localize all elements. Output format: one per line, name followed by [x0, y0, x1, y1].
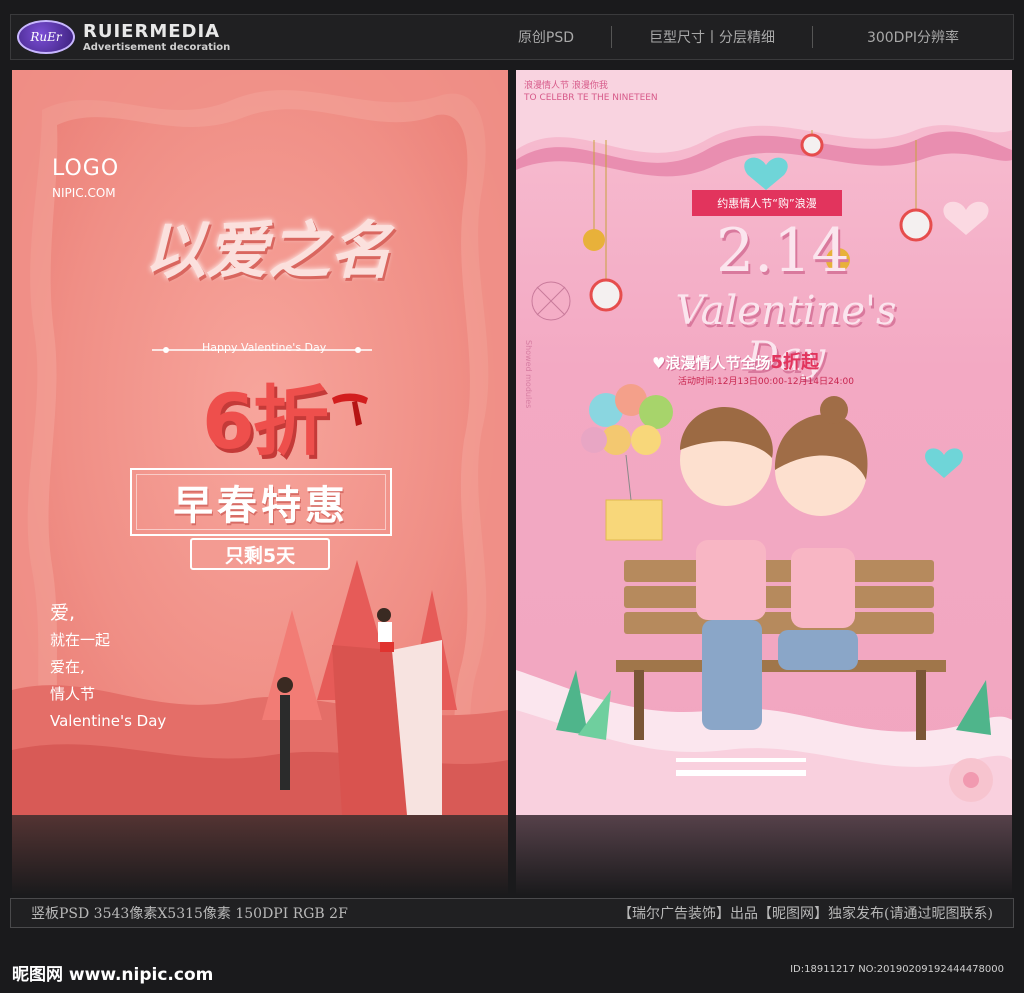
- publisher-note: 【瑞尔广告装饰】出品【昵图网】独家发布(请通过昵图联系): [618, 906, 993, 922]
- woman-figure: [377, 608, 391, 622]
- feature-dpi: 300DPI分辨率: [866, 30, 960, 46]
- happy-valentines-text: Happy Valentine's Day: [202, 341, 327, 354]
- brand-subtitle: Advertisement decoration: [83, 41, 231, 53]
- poster-right: 浪漫情人节 浪漫你我 TO CELEBR TE THE NINETEEN Sho…: [516, 70, 1012, 815]
- gift-box: [605, 499, 663, 541]
- logo-text: LOGO: [52, 156, 120, 181]
- logo-site: NIPIC.COM: [52, 186, 116, 200]
- white-fence: [676, 770, 806, 776]
- brand-logo: RuEr: [17, 20, 75, 54]
- feature-size-layers: 巨型尺寸丨分层精细: [649, 30, 775, 46]
- discount-line: ♥浪漫情人节全场5折起: [652, 352, 819, 373]
- reflection-left: [12, 815, 508, 895]
- heart-decoration: [744, 157, 788, 190]
- days-left-badge: 只剩5天: [190, 538, 330, 570]
- image-id: ID:18911217 NO:20190209192444478000: [790, 964, 1004, 975]
- vertical-side-text: Showed modules: [524, 340, 533, 409]
- promo-ribbon: 约惠情人节“购”浪漫: [682, 190, 852, 216]
- date-headline: 2.14: [716, 216, 850, 286]
- gold-ball-ornament: [583, 229, 605, 251]
- slogan-line: 情人节: [50, 685, 96, 703]
- lantern-ornament: [589, 278, 623, 312]
- paper-cut-frame: [516, 70, 1012, 815]
- discount-headline: 6折: [202, 377, 329, 466]
- small-header-text: 浪漫情人节 浪漫你我 TO CELEBR TE THE NINETEEN: [524, 81, 658, 103]
- slogan-line: 就在一起: [50, 631, 111, 649]
- slogan-line: 爱,: [50, 602, 76, 624]
- poster-left: LOGO NIPIC.COM 以爱之名 Happy Valentine's Da…: [12, 70, 508, 815]
- spring-sale-text: 早春特惠: [173, 483, 349, 529]
- discount-highlight: 5折起: [770, 352, 819, 373]
- slogan-line: 爱在,: [50, 658, 85, 676]
- event-time: 活动时间:12月13日00:00-12月14日24:00: [678, 377, 854, 387]
- love-compass-icon: [531, 281, 571, 321]
- brand: RuEr RUIERMEDIA Advertisement decoration: [11, 20, 481, 54]
- feature-original-psd: 原创PSD: [517, 30, 575, 46]
- info-bar: 竖板PSD 3543像素X5315像素 150DPI RGB 2F 【瑞尔广告装…: [10, 898, 1014, 928]
- feature-list: 原创PSD 巨型尺寸丨分层精细 300DPI分辨率: [481, 26, 1013, 48]
- wooden-bench: [624, 560, 934, 582]
- love-slogan: 爱, 就在一起 爱在, 情人节 Valentine's Day: [50, 600, 166, 735]
- spring-sale-box: 早春特惠: [130, 468, 392, 536]
- heart-icon: ♥: [652, 354, 666, 372]
- man-figure: [280, 695, 290, 790]
- slogan-line: Valentine's Day: [50, 712, 167, 730]
- script-title: 以爱之名: [143, 214, 392, 287]
- site-watermark: 昵图网 www.nipic.com: [12, 965, 214, 985]
- brand-name: RUIERMEDIA: [83, 20, 221, 42]
- file-spec: 竖板PSD 3543像素X5315像素 150DPI RGB 2F: [31, 906, 348, 922]
- scarf-icon: [332, 393, 368, 426]
- reflection-right: [516, 815, 1012, 895]
- top-banner: RuEr RUIERMEDIA Advertisement decoration…: [10, 14, 1014, 60]
